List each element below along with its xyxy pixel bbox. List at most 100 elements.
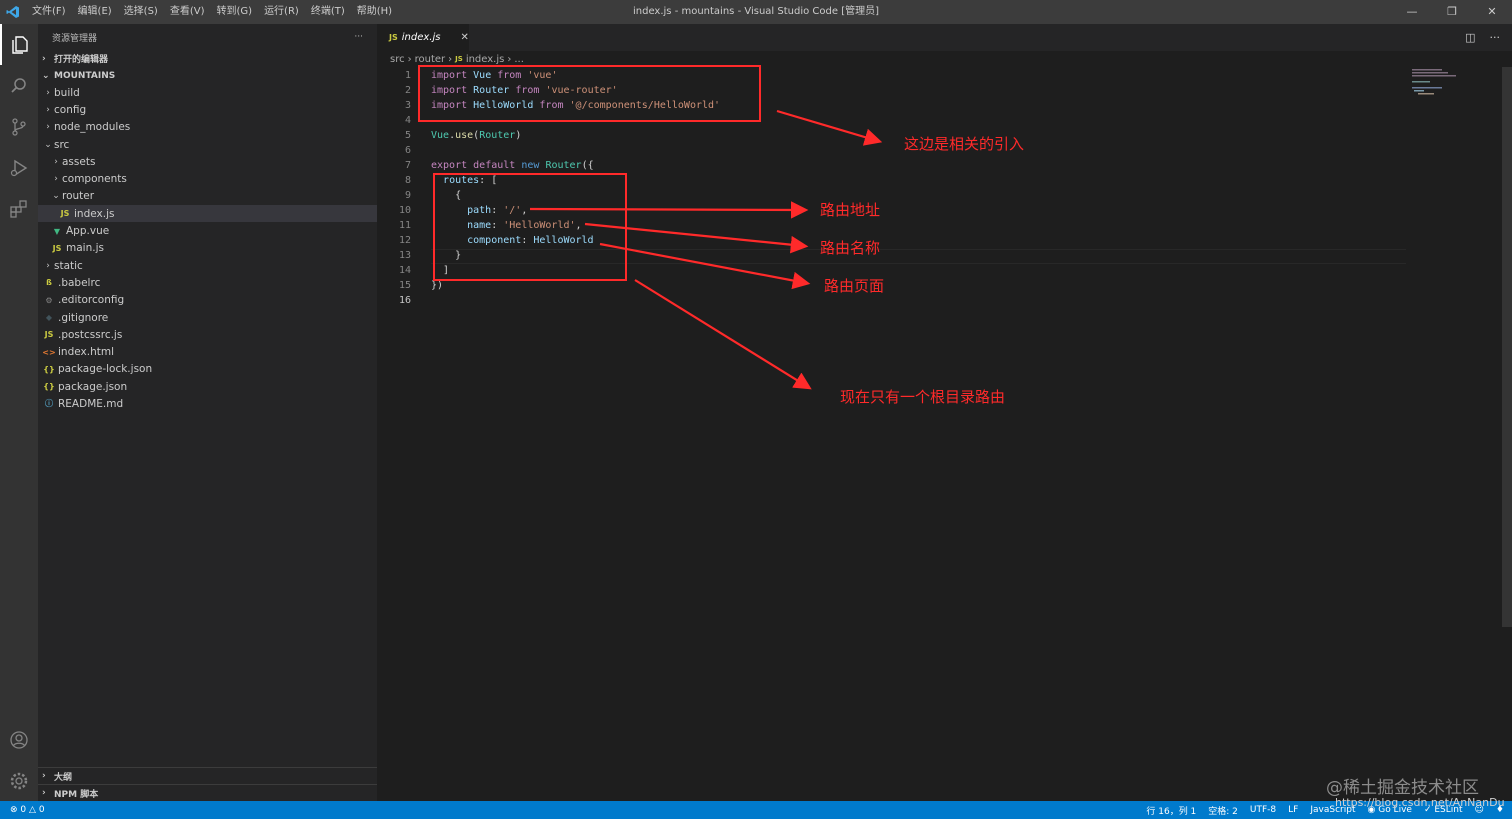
menu-item[interactable]: 编辑(E) [72,0,118,24]
menu-item[interactable]: 终端(T) [305,0,351,24]
run-debug-icon[interactable] [0,147,38,188]
menu-item[interactable]: 查看(V) [164,0,211,24]
npm-scripts-label: NPM 脚本 [54,789,99,800]
tree-folder[interactable]: ⌄ router [38,188,377,205]
tree-folder[interactable]: › node_modules [38,119,377,136]
npm-scripts-section[interactable]: › NPM 脚本 [38,784,377,801]
source-control-icon[interactable] [0,106,38,147]
close-window-icon[interactable]: ✕ [1472,0,1512,24]
tree-item-label: package-lock.json [58,363,153,376]
menu-item[interactable]: 运行(R) [258,0,305,24]
line-number: 3 [404,100,411,111]
code-line: 12 component: HelloWorld [377,233,1407,248]
tree-file[interactable]: {} package-lock.json [38,361,377,378]
code-token: default [473,160,516,171]
tree-file[interactable]: <> index.html [38,343,377,360]
minimize-icon[interactable]: — [1392,0,1432,24]
code-token: : [491,220,504,231]
breadcrumb-symbol[interactable]: ... [514,54,524,65]
tree-item-label: static [54,259,83,272]
menu-item[interactable]: 文件(F) [26,0,72,24]
project-section[interactable]: ⌄ MOUNTAINS [38,67,377,84]
status-bar: ⊗ 0 △ 0 行 16，列 1 空格: 2 UTF-8 LF JavaScri… [0,801,1512,819]
tree-file[interactable]: ▼ App.vue [38,222,377,239]
code-token: 'vue-router' [545,85,618,96]
code-token: from [539,100,564,111]
encoding[interactable]: UTF-8 [1250,805,1276,815]
code-token: : [521,235,534,246]
babel-file-icon: ß [46,278,52,288]
code-text: import HelloWorld from '@/components/Hel… [431,100,720,111]
tree-file[interactable]: JS index.js [38,205,377,223]
tree-folder[interactable]: › assets [38,153,377,170]
code-text: routes: [ [431,175,497,186]
tree-file[interactable]: ß .babelrc [38,274,377,291]
code-editor[interactable]: 1 import Vue from 'vue' 2 import Router fro… [377,68,1407,308]
code-text: component: HelloWorld [431,235,593,246]
chevron-down-icon: ⌄ [52,191,60,202]
code-token: from [497,70,522,81]
editor-more-icon[interactable]: ··· [1490,31,1501,44]
code-line: 9 { [377,188,1407,203]
end-of-line[interactable]: LF [1288,805,1298,815]
tree-file[interactable]: {} package.json [38,378,377,395]
tree-item-label: assets [62,155,96,168]
tree-item-label: node_modules [54,121,131,134]
cursor-position[interactable]: 行 16，列 1 [1146,804,1196,817]
tree-file[interactable]: ⓘ README.md [38,395,377,412]
code-line: 1 import Vue from 'vue' [377,68,1407,83]
extensions-icon[interactable] [0,188,38,229]
html-file-icon: <> [42,347,56,357]
code-token: ) [515,130,522,141]
code-token: import [431,85,468,96]
info-file-icon: ⓘ [45,399,53,409]
settings-gear-icon[interactable] [0,760,38,801]
indentation[interactable]: 空格: 2 [1208,804,1238,817]
search-icon[interactable] [0,65,38,106]
breadcrumb-src[interactable]: src [390,54,405,65]
tree-folder[interactable]: › build [38,84,377,101]
tree-file[interactable]: JS .postcssrc.js [38,326,377,343]
js-file-icon: JS [44,330,54,340]
minimap[interactable] [1412,67,1502,97]
json-file-icon: {} [43,382,55,392]
js-file-icon: JS [389,33,398,42]
chevron-right-icon: › [42,788,46,798]
tree-file[interactable]: JS main.js [38,240,377,257]
tree-folder[interactable]: › static [38,257,377,274]
menu-item[interactable]: 帮助(H) [351,0,398,24]
code-text: }) [431,280,443,291]
tree-item-label: src [54,138,70,151]
tab-index-js[interactable]: JS index.js ✕ [377,24,469,51]
account-icon[interactable] [0,719,38,760]
breadcrumb-file[interactable]: index.js [466,54,505,65]
annotation-name: 路由名称 [820,239,881,257]
tree-folder[interactable]: ⌄ src [38,136,377,153]
vue-file-icon: ▼ [53,226,61,236]
errors-indicator[interactable]: ⊗ 0 △ 0 [10,805,45,815]
restore-icon[interactable]: ❐ [1432,0,1472,24]
tree-folder[interactable]: › components [38,170,377,187]
vertical-scrollbar[interactable] [1502,67,1512,627]
tree-file[interactable]: ⚙ .editorconfig [38,292,377,309]
outline-section[interactable]: › 大纲 [38,767,377,784]
breadcrumb-router[interactable]: router [415,54,446,65]
menu-item[interactable]: 转到(G) [211,0,259,24]
close-tab-icon[interactable]: ✕ [460,32,468,43]
line-number: 2 [404,85,411,96]
annotation-imports: 这边是相关的引入 [904,135,1025,153]
menu-item[interactable]: 选择(S) [118,0,164,24]
explorer-icon[interactable] [0,24,38,65]
more-actions-icon[interactable]: ··· [354,32,363,42]
tree-folder[interactable]: › config [38,101,377,118]
split-editor-icon[interactable]: ◫ [1465,31,1475,44]
open-editors-section[interactable]: › 打开的编辑器 [38,50,377,67]
code-line: 5 Vue.use(Router) [377,128,1407,143]
breadcrumb-separator-icon: › [407,53,412,65]
chevron-down-icon: ⌄ [44,139,52,150]
tree-file[interactable]: ◆ .gitignore [38,309,377,326]
code-text: Vue.use(Router) [431,130,521,141]
